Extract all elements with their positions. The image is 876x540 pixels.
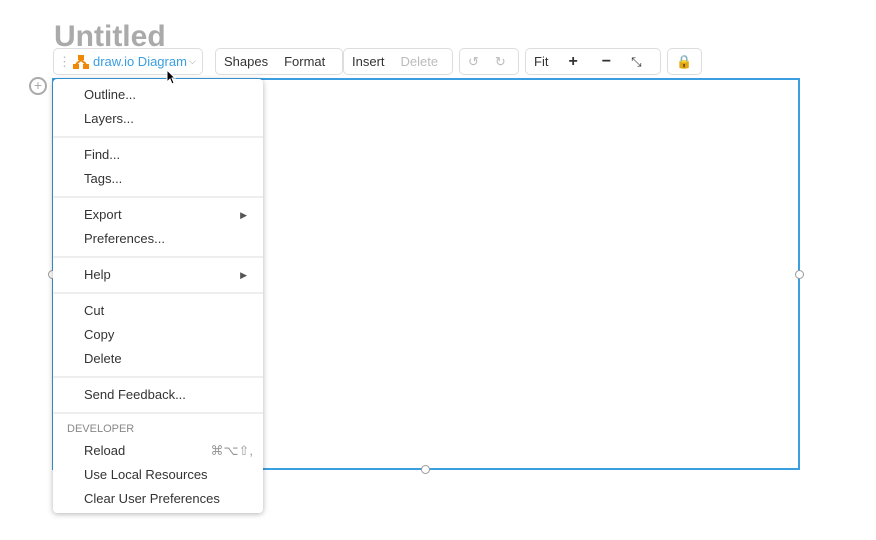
redo-icon[interactable]: ↻ bbox=[487, 54, 514, 70]
drawio-logo-icon bbox=[73, 54, 89, 69]
delete-button[interactable]: Delete bbox=[393, 54, 447, 69]
resize-handle-right[interactable] bbox=[795, 270, 804, 279]
menu-item-clear-user-preferences[interactable]: Clear User Preferences bbox=[53, 487, 263, 511]
divider bbox=[53, 256, 263, 258]
menu-item-reload[interactable]: Reload ⌘⌥⇧, bbox=[53, 439, 263, 463]
mouse-cursor-icon bbox=[166, 69, 176, 85]
submenu-arrow-icon: ▶ bbox=[240, 270, 247, 280]
diagram-menu-button[interactable]: ⋮ draw.io Diagram ⌵ bbox=[53, 48, 203, 75]
menu-item-find[interactable]: Find... bbox=[53, 143, 263, 167]
export-label: Export bbox=[84, 207, 122, 222]
fit-button[interactable]: Fit bbox=[526, 54, 556, 69]
resize-handle-bottom[interactable] bbox=[421, 465, 430, 474]
divider bbox=[53, 292, 263, 294]
menu-item-delete[interactable]: Delete bbox=[53, 347, 263, 371]
submenu-arrow-icon: ▶ bbox=[240, 210, 247, 220]
menu-item-preferences[interactable]: Preferences... bbox=[53, 227, 263, 251]
reload-shortcut: ⌘⌥⇧, bbox=[210, 443, 254, 458]
diagram-label: draw.io Diagram bbox=[93, 54, 187, 69]
menu-item-send-feedback[interactable]: Send Feedback... bbox=[53, 383, 263, 407]
menu-item-export[interactable]: Export ▶ bbox=[53, 203, 263, 227]
diagram-dropdown-menu: Outline... Layers... Find... Tags... Exp… bbox=[53, 79, 263, 513]
menu-item-tags[interactable]: Tags... bbox=[53, 167, 263, 191]
chevron-down-icon: ⌵ bbox=[188, 56, 196, 66]
lock-icon: 🔒 bbox=[676, 53, 693, 69]
menu-item-cut[interactable]: Cut bbox=[53, 299, 263, 323]
menu-item-copy[interactable]: Copy bbox=[53, 323, 263, 347]
divider bbox=[53, 412, 263, 414]
menu-item-use-local-resources[interactable]: Use Local Resources bbox=[53, 463, 263, 487]
divider bbox=[53, 136, 263, 138]
fullscreen-icon[interactable]: ⤡ bbox=[623, 54, 649, 70]
divider bbox=[53, 376, 263, 378]
developer-section-header: DEVELOPER bbox=[67, 423, 135, 435]
drag-handle-icon[interactable]: ⋮ bbox=[54, 54, 73, 70]
shapes-button[interactable]: Shapes bbox=[216, 54, 276, 69]
undo-icon[interactable]: ↺ bbox=[460, 54, 487, 70]
menu-item-help[interactable]: Help ▶ bbox=[53, 263, 263, 287]
format-button[interactable]: Format bbox=[276, 54, 333, 69]
lock-button[interactable]: 🔒 bbox=[667, 48, 702, 75]
insert-button[interactable]: Insert bbox=[344, 54, 393, 69]
menu-item-layers[interactable]: Layers... bbox=[53, 107, 263, 131]
zoom-in-button[interactable]: + bbox=[556, 53, 589, 71]
divider bbox=[53, 196, 263, 198]
zoom-out-button[interactable]: − bbox=[590, 53, 623, 71]
menu-item-outline[interactable]: Outline... bbox=[53, 83, 263, 107]
add-comment-icon[interactable]: + bbox=[29, 77, 47, 95]
help-label: Help bbox=[84, 267, 111, 282]
reload-label: Reload bbox=[84, 443, 126, 458]
